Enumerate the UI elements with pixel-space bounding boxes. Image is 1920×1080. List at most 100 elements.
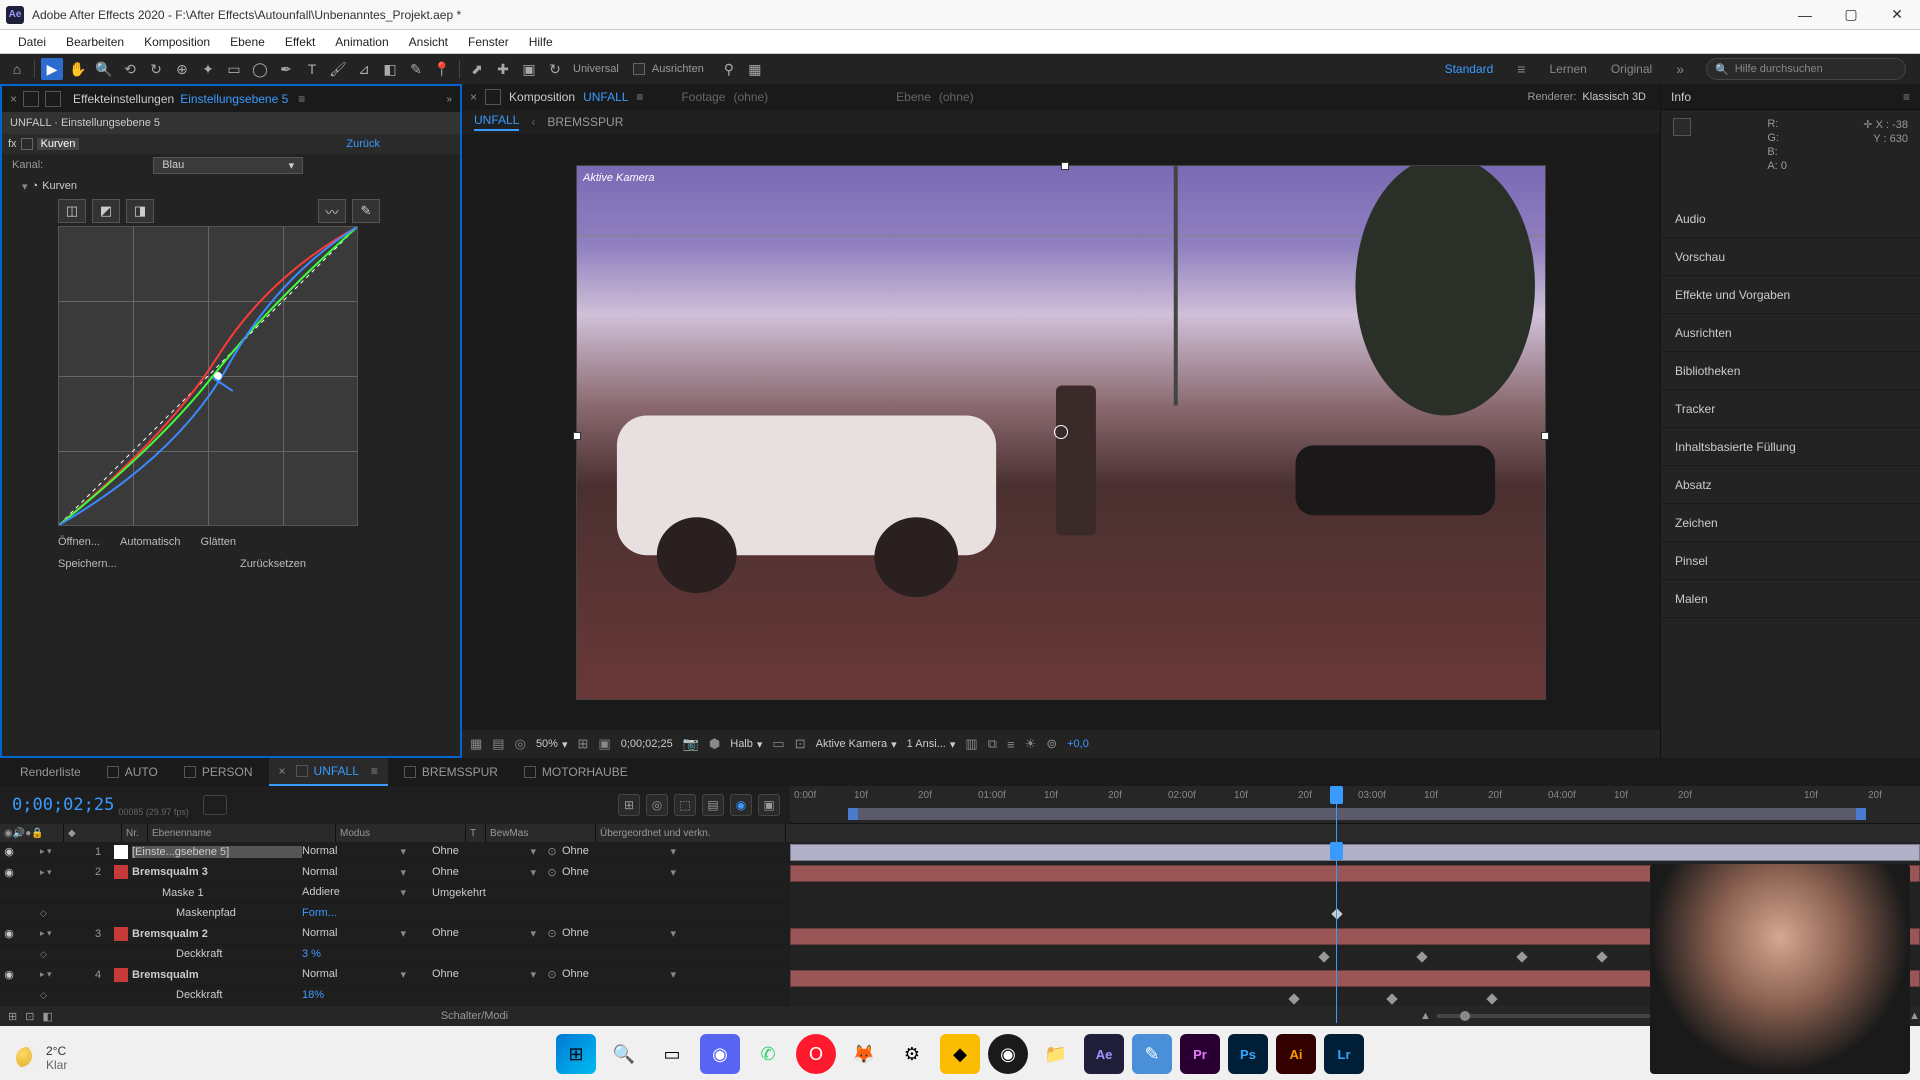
- viewer-timecode[interactable]: 0;00;02;25: [621, 738, 673, 750]
- ae-taskbar-icon[interactable]: Ae: [1084, 1034, 1124, 1074]
- type-tool[interactable]: T: [301, 58, 323, 80]
- expand-icon[interactable]: »: [446, 94, 452, 105]
- app2-icon[interactable]: ◆: [940, 1034, 980, 1074]
- renderer-dropdown[interactable]: Klassisch 3D: [1582, 91, 1646, 103]
- layer-row[interactable]: ◉▸ ▾1[Einste...gsebene 5]Normal▾Ohne▾⊙Oh…: [0, 842, 790, 863]
- help-search[interactable]: 🔍 Hilfe durchsuchen: [1706, 58, 1906, 80]
- views-dropdown[interactable]: 1 Ansi...▾: [907, 738, 956, 751]
- comp-flowchart-button[interactable]: ⊞: [618, 794, 640, 816]
- curve-smooth-button[interactable]: Glätten: [201, 536, 236, 548]
- breadcrumb-child[interactable]: BREMSSPUR: [547, 115, 623, 129]
- tab-motorhaube[interactable]: MOTORHAUBE: [514, 758, 638, 786]
- toggle-transfer-icon[interactable]: ◧: [42, 1010, 52, 1023]
- panel-malen[interactable]: Malen: [1661, 580, 1920, 618]
- rotate-tool[interactable]: ↻: [145, 58, 167, 80]
- local-axis-icon[interactable]: ⬈: [466, 58, 488, 80]
- curve-reset-button[interactable]: Zurücksetzen: [240, 558, 306, 570]
- menu-effekt[interactable]: Effekt: [275, 30, 325, 53]
- close-tab-icon[interactable]: ×: [10, 92, 17, 106]
- lock-icon[interactable]: 🔒: [31, 828, 43, 839]
- rect-tool[interactable]: ▭: [223, 58, 245, 80]
- camera-tool[interactable]: ⊕: [171, 58, 193, 80]
- shy-button[interactable]: ⬚: [674, 794, 696, 816]
- tab-person[interactable]: PERSON: [174, 758, 263, 786]
- pen-tool[interactable]: ✒: [275, 58, 297, 80]
- panel-effekte[interactable]: Effekte und Vorgaben: [1661, 276, 1920, 314]
- menu-fenster[interactable]: Fenster: [458, 30, 519, 53]
- workspace-overflow-icon[interactable]: »: [1676, 61, 1684, 77]
- speaker-icon[interactable]: 🔊: [13, 828, 25, 839]
- roi-icon[interactable]: ▭: [772, 736, 784, 752]
- layer-row[interactable]: ◉▸ ▾2Bremsqualm 3Normal▾Ohne▾⊙Ohne▾: [0, 863, 790, 884]
- minimize-button[interactable]: ―: [1782, 0, 1828, 30]
- whatsapp-icon[interactable]: ✆: [748, 1034, 788, 1074]
- camera-dropdown[interactable]: Aktive Kamera▾: [816, 738, 897, 751]
- panel-ausrichten[interactable]: Ausrichten: [1661, 314, 1920, 352]
- snap-bounds-icon[interactable]: ▦: [744, 58, 766, 80]
- resolution-dropdown[interactable]: Halb▾: [730, 738, 762, 751]
- brush-tool[interactable]: 🖌: [327, 58, 349, 80]
- selection-tool[interactable]: ▶: [41, 58, 63, 80]
- menu-ebene[interactable]: Ebene: [220, 30, 275, 53]
- panel-menu-icon[interactable]: ≡: [1903, 90, 1910, 104]
- workspace-original[interactable]: Original: [1611, 62, 1652, 76]
- info-panel-tab[interactable]: Info≡: [1661, 84, 1920, 110]
- opera-icon[interactable]: O: [796, 1034, 836, 1074]
- schalter-modi-button[interactable]: Schalter/Modi: [441, 1010, 508, 1022]
- pixel-aspect-icon[interactable]: ▥: [965, 736, 977, 752]
- clone-tool[interactable]: ⊿: [353, 58, 375, 80]
- orbit-tool[interactable]: ⟲: [119, 58, 141, 80]
- fast-preview-icon[interactable]: ⧉: [988, 736, 997, 752]
- mask-icon[interactable]: ◎: [515, 736, 526, 752]
- weather-widget[interactable]: 2°C Klar: [16, 1044, 67, 1072]
- fx-name[interactable]: Kurven: [37, 138, 80, 150]
- discord-icon[interactable]: ◉: [700, 1034, 740, 1074]
- frameblend-button[interactable]: ▤: [702, 794, 724, 816]
- zoom-dropdown[interactable]: 50%▾: [536, 738, 568, 751]
- workspace-lernen[interactable]: Lernen: [1549, 62, 1586, 76]
- footage-tab[interactable]: Footage: [681, 90, 725, 104]
- timeline-ruler[interactable]: 0:00f 10f 20f 01:00f 10f 20f 02:00f 10f …: [790, 786, 1920, 824]
- layer-row[interactable]: ◉▸ ▾3Bremsqualm 2Normal▾Ohne▾⊙Ohne▾: [0, 924, 790, 945]
- search-button[interactable]: 🔍: [604, 1034, 644, 1074]
- panel-bibliotheken[interactable]: Bibliotheken: [1661, 352, 1920, 390]
- curve-pencil-tool[interactable]: ✎: [352, 199, 380, 223]
- start-button[interactable]: ⊞: [556, 1034, 596, 1074]
- panel-inhalt[interactable]: Inhaltsbasierte Füllung: [1661, 428, 1920, 466]
- menu-animation[interactable]: Animation: [325, 30, 398, 53]
- stopwatch-icon[interactable]: ◔: [32, 180, 39, 192]
- curve-open-button[interactable]: Öffnen...: [58, 536, 100, 548]
- panel-vorschau[interactable]: Vorschau: [1661, 238, 1920, 276]
- workspace-standard[interactable]: Standard: [1445, 62, 1494, 76]
- panel-tracker[interactable]: Tracker: [1661, 390, 1920, 428]
- lightroom-icon[interactable]: Lr: [1324, 1034, 1364, 1074]
- curve-linear-tool[interactable]: ◩: [92, 199, 120, 223]
- preview-image[interactable]: Aktive Kamera: [576, 165, 1546, 700]
- channel-icon[interactable]: ⬢: [709, 736, 720, 752]
- exposure-reset-icon[interactable]: ⊚: [1046, 736, 1057, 752]
- panel-zeichen[interactable]: Zeichen: [1661, 504, 1920, 542]
- eye-icon[interactable]: ◉: [4, 828, 13, 839]
- exposure-value[interactable]: +0,0: [1067, 738, 1089, 750]
- menu-bearbeiten[interactable]: Bearbeiten: [56, 30, 134, 53]
- ellipse-tool[interactable]: ◯: [249, 58, 271, 80]
- maximize-button[interactable]: ▢: [1828, 0, 1874, 30]
- motionblur-button[interactable]: ◉: [730, 794, 752, 816]
- workspace-menu-icon[interactable]: ≡: [1517, 61, 1525, 77]
- world-axis-icon[interactable]: ✚: [492, 58, 514, 80]
- comp-icon[interactable]: [485, 89, 501, 105]
- panel-audio[interactable]: Audio: [1661, 200, 1920, 238]
- transparency-icon[interactable]: ▣: [598, 736, 610, 752]
- timeline-timecode[interactable]: 0;00;02;25: [12, 795, 114, 815]
- close-button[interactable]: ✕: [1874, 0, 1920, 30]
- curves-graph[interactable]: [58, 226, 358, 526]
- flowchart-icon[interactable]: ☀: [1025, 736, 1037, 752]
- view-axis-icon[interactable]: ▣: [518, 58, 540, 80]
- comp-tab-name[interactable]: UNFALL: [583, 90, 628, 104]
- photoshop-icon[interactable]: Ps: [1228, 1034, 1268, 1074]
- app1-icon[interactable]: ⚙: [892, 1034, 932, 1074]
- timeline-search[interactable]: [203, 795, 227, 815]
- tab-auto[interactable]: AUTO: [97, 758, 168, 786]
- layer-row[interactable]: ◇Deckkraft18%: [0, 986, 790, 1007]
- fullres-icon[interactable]: ⊞: [578, 736, 589, 752]
